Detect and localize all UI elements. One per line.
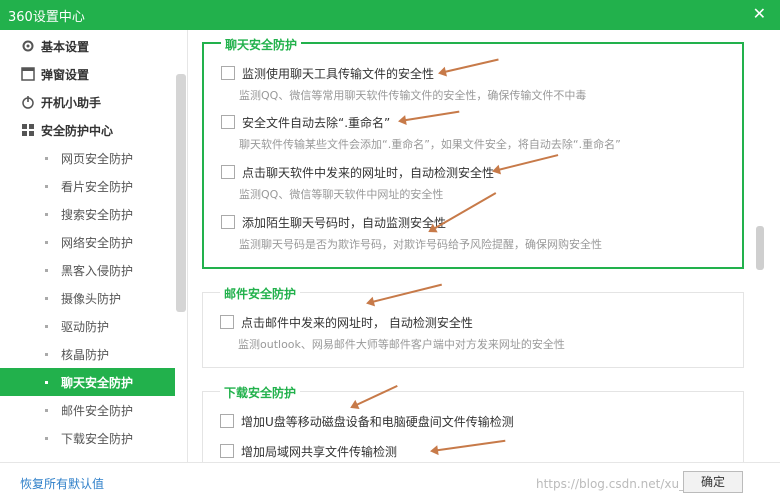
sidebar-item-video-protection[interactable]: 看片安全防护 [0, 172, 175, 200]
sidebar-item-camera-protection[interactable]: 摄像头防护 [0, 284, 175, 312]
footer: 恢复所有默认值 https://blog.csdn.net/xu_benjami… [0, 462, 780, 500]
option-label: 监测使用聊天工具传输文件的安全性 [242, 67, 435, 81]
bullet-icon [45, 241, 48, 244]
sidebar-item-label: 邮件安全防护 [61, 404, 134, 418]
checkbox[interactable] [220, 444, 234, 458]
section-download-protection: 下载安全防护 增加U盘等移动磁盘设备和电脑硬盘间文件传输检测 增加局域网共享文件… [202, 384, 744, 462]
option-label: 增加局域网共享文件传输检测 [241, 445, 398, 459]
content-scrollbar-thumb[interactable] [756, 226, 764, 270]
sidebar-item-label: 看片安全防护 [61, 180, 134, 194]
sidebar-item-mail-protection[interactable]: 邮件安全防护 [0, 396, 175, 424]
sidebar-item-label: 摄像头防护 [61, 292, 122, 306]
bullet-icon [45, 185, 48, 188]
option-label: 添加陌生聊天号码时，自动监测安全性 [242, 216, 447, 230]
bullet-icon [45, 437, 48, 440]
section-title: 聊天安全防护 [221, 36, 302, 53]
restore-defaults-link[interactable]: 恢复所有默认值 [20, 475, 104, 492]
sidebar-item-label: 开机小助手 [41, 96, 102, 110]
sidebar-item-label: 基本设置 [41, 40, 90, 54]
bullet-icon [45, 213, 48, 216]
option-description: 监测聊天号码是否为欺诈号码，对欺诈号码给予风险提醒，确保网购安全性 [239, 238, 602, 251]
option-description: 监测QQ、微信等聊天软件中网址的安全性 [239, 188, 444, 201]
grid-icon [21, 123, 35, 137]
option-label: 增加U盘等移动磁盘设备和电脑硬盘间文件传输检测 [241, 415, 514, 429]
sidebar-item-label: 安全防护中心 [41, 124, 114, 138]
sidebar-item-security-center[interactable]: 安全防护中心 [0, 116, 175, 144]
sidebar-item-core-protection[interactable]: 核晶防护 [0, 340, 175, 368]
sidebar: 基本设置 弹窗设置 开机小助手 安全防护中心 网页安全防护 看片安全防护 搜索安… [0, 30, 188, 462]
option-label: 点击邮件中发来的网址时， 自动检测安全性 [241, 316, 473, 330]
section-chat-protection: 聊天安全防护 监测使用聊天工具传输文件的安全性 监测QQ、微信等常用聊天软件传输… [202, 36, 744, 269]
bullet-icon [45, 157, 48, 160]
bullet-icon [45, 269, 48, 272]
sidebar-scrollbar[interactable] [176, 74, 186, 312]
sidebar-item-hacker-protection[interactable]: 黑客入侵防护 [0, 256, 175, 284]
bullet-icon [45, 381, 48, 384]
sidebar-item-download-protection[interactable]: 下载安全防护 [0, 424, 175, 452]
option-description: 聊天软件传输某些文件会添加“.重命名”，如果文件安全，将自动去除“.重命名” [239, 138, 621, 151]
title-bar: 360设置中心 ✕ [0, 0, 780, 30]
sidebar-item-web-protection[interactable]: 网页安全防护 [0, 144, 175, 172]
checkbox[interactable] [221, 66, 235, 80]
sidebar-item-label: 下载安全防护 [61, 432, 134, 446]
gear-icon [21, 39, 35, 53]
option-label: 点击聊天软件中发来的网址时，自动检测安全性 [242, 166, 495, 180]
sidebar-item-label: 核晶防护 [61, 348, 110, 362]
sidebar-item-startup-helper[interactable]: 开机小助手 [0, 88, 175, 116]
sidebar-item-driver-protection[interactable]: 驱动防护 [0, 312, 175, 340]
checkbox[interactable] [221, 115, 235, 129]
checkbox[interactable] [221, 215, 235, 229]
checkbox[interactable] [221, 165, 235, 179]
sidebar-item-label: 聊天安全防护 [61, 376, 134, 390]
section-mail-protection: 邮件安全防护 点击邮件中发来的网址时， 自动检测安全性 监测outlook、网易… [202, 285, 744, 368]
option-label: 安全文件自动去除“.重命名” [242, 116, 391, 130]
sidebar-item-popup-settings[interactable]: 弹窗设置 [0, 60, 175, 88]
bullet-icon [45, 325, 48, 328]
sidebar-item-network-protection[interactable]: 网络安全防护 [0, 228, 175, 256]
sidebar-item-search-protection[interactable]: 搜索安全防护 [0, 200, 175, 228]
sidebar-item-basic-settings[interactable]: 基本设置 [0, 32, 175, 60]
close-icon[interactable]: ✕ [753, 4, 766, 23]
section-title: 下载安全防护 [220, 384, 301, 401]
sidebar-item-label: 驱动防护 [61, 320, 110, 334]
option-description: 监测outlook、网易邮件大师等邮件客户端中对方发来网址的安全性 [238, 338, 565, 351]
sidebar-item-label: 搜索安全防护 [61, 208, 134, 222]
sidebar-item-label: 黑客入侵防护 [61, 264, 134, 278]
bullet-icon [45, 353, 48, 356]
option-description: 监测QQ、微信等常用聊天软件传输文件的安全性，确保传输文件不中毒 [239, 89, 587, 102]
bullet-icon [45, 297, 48, 300]
ok-button[interactable]: 确定 [683, 471, 743, 493]
sidebar-item-chat-protection[interactable]: 聊天安全防护 [0, 368, 175, 396]
sidebar-item-label: 网页安全防护 [61, 152, 134, 166]
sidebar-item-label: 网络安全防护 [61, 236, 134, 250]
window-title: 360设置中心 [8, 10, 85, 25]
power-icon [21, 95, 35, 109]
checkbox[interactable] [220, 315, 234, 329]
bullet-icon [45, 409, 48, 412]
section-title: 邮件安全防护 [220, 285, 301, 302]
window-icon [21, 67, 35, 81]
checkbox[interactable] [220, 414, 234, 428]
sidebar-item-label: 弹窗设置 [41, 68, 90, 82]
settings-panel: 聊天安全防护 监测使用聊天工具传输文件的安全性 监测QQ、微信等常用聊天软件传输… [188, 30, 780, 462]
